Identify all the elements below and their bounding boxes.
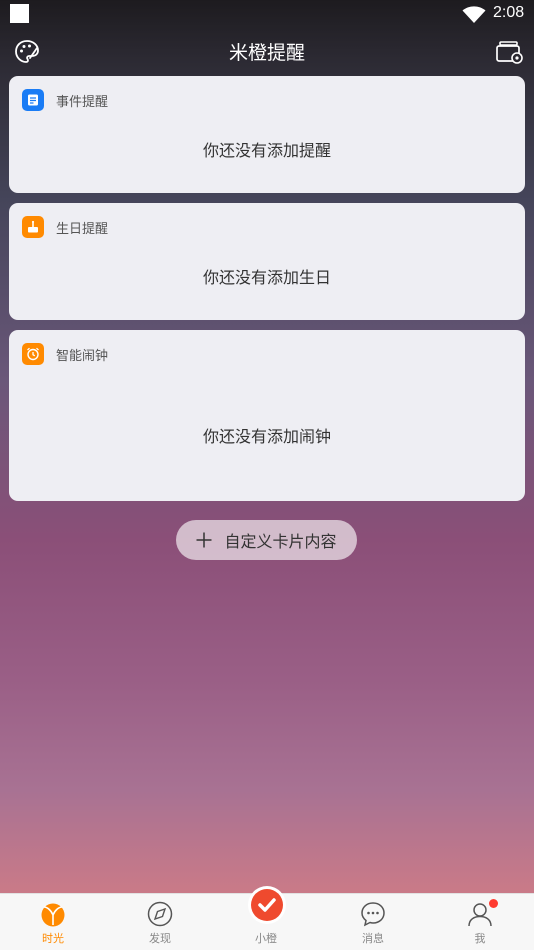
card-label: 生日提醒 xyxy=(56,221,109,237)
card-header: 事件提醒 xyxy=(22,89,108,111)
card-header: 智能闹钟 xyxy=(22,343,108,365)
tab-label: 消息 xyxy=(362,932,384,945)
card-header: 生日提醒 xyxy=(22,216,108,238)
event-reminder-card[interactable]: 事件提醒 你还没有添加提醒 xyxy=(9,76,525,193)
notification-dot xyxy=(489,899,498,908)
app-header: 米橙提醒 xyxy=(0,30,534,74)
event-note-icon xyxy=(22,89,44,111)
page-title: 米橙提醒 xyxy=(228,42,305,64)
tab-label: 发现 xyxy=(149,932,171,945)
xiaocheng-check-icon xyxy=(248,886,286,924)
empty-state-text: 你还没有添加提醒 xyxy=(202,141,331,160)
notification-icon xyxy=(10,4,29,23)
empty-state-text: 你还没有添加生日 xyxy=(202,268,331,287)
empty-state-text: 你还没有添加闹钟 xyxy=(202,427,331,446)
customize-cards-button[interactable]: 自定义卡片内容 xyxy=(176,520,357,560)
alarm-clock-icon xyxy=(22,343,44,365)
tab-time[interactable]: 时光 xyxy=(0,894,106,950)
compass-icon xyxy=(147,901,173,927)
tab-xiaocheng[interactable]: 小橙 xyxy=(213,886,319,950)
tab-me[interactable]: 我 xyxy=(427,894,533,950)
birthday-reminder-card[interactable]: 生日提醒 你还没有添加生日 xyxy=(9,203,525,320)
tab-label: 我 xyxy=(474,932,486,945)
smart-alarm-card[interactable]: 智能闹钟 你还没有添加闹钟 xyxy=(9,330,525,501)
status-bar: 2:08 xyxy=(0,0,534,30)
customize-cards-label: 自定义卡片内容 xyxy=(224,532,337,551)
plus-icon xyxy=(196,532,212,548)
status-time: 2:08 xyxy=(493,4,525,21)
orange-time-icon xyxy=(41,903,65,927)
wifi-icon xyxy=(462,6,486,23)
chat-bubble-icon xyxy=(361,902,385,927)
cards-settings-icon[interactable] xyxy=(495,39,523,65)
tab-messages[interactable]: 消息 xyxy=(320,894,426,950)
tab-label: 小橙 xyxy=(255,932,277,945)
cake-icon xyxy=(22,216,44,238)
bottom-tab-bar: 时光 发现 小橙 消息 我 xyxy=(0,886,534,950)
card-label: 事件提醒 xyxy=(56,94,109,110)
tab-label: 时光 xyxy=(42,932,64,945)
tab-discover[interactable]: 发现 xyxy=(107,894,213,950)
card-label: 智能闹钟 xyxy=(56,348,109,364)
